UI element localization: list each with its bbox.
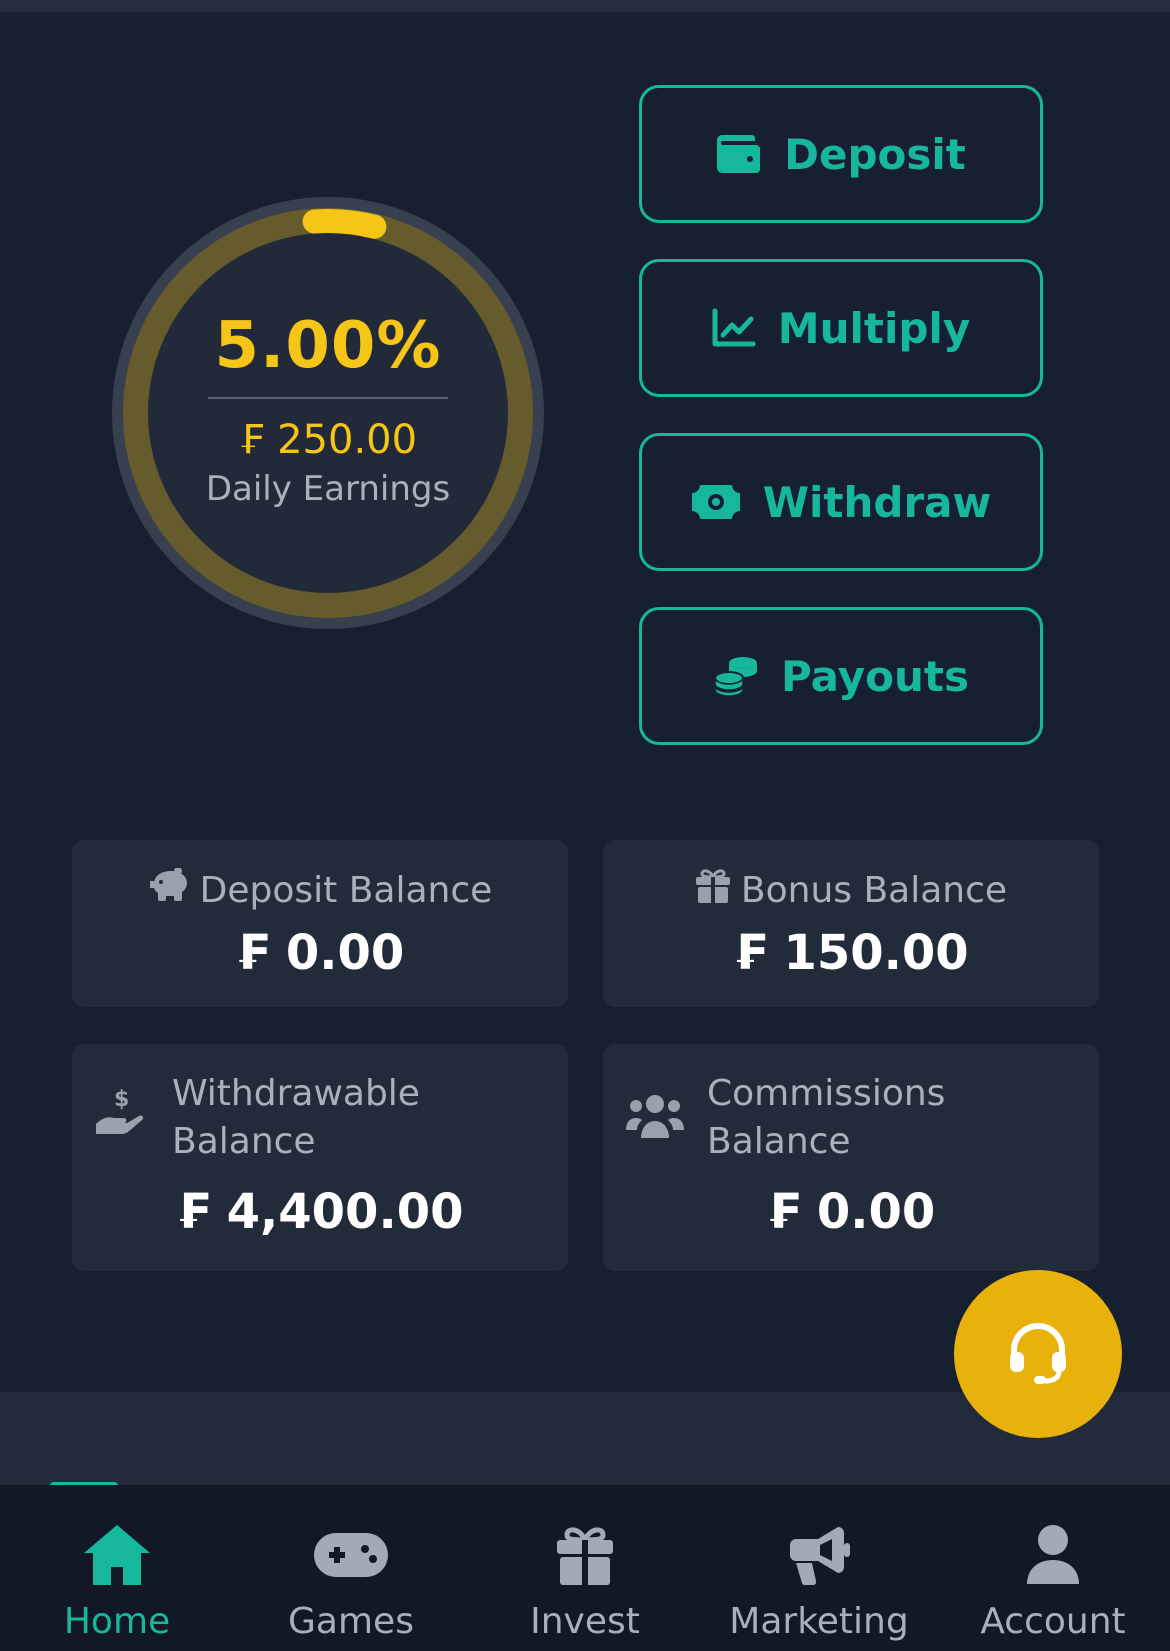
bonus-balance-label: Bonus Balance — [740, 870, 1008, 911]
withdrawable-balance-value: ₣ 4,400.00 — [176, 1184, 464, 1240]
nav-invest-label: Invest — [530, 1601, 640, 1642]
multiply-label: Multiply — [777, 303, 971, 353]
nav-games[interactable]: Games — [234, 1485, 468, 1642]
nav-marketing-label: Marketing — [729, 1601, 909, 1642]
deposit-balance-card: Deposit Balance ₣ 0.00 — [72, 840, 568, 1007]
home-icon — [82, 1519, 152, 1591]
earnings-label: Daily Earnings — [205, 469, 451, 509]
wallet-icon — [716, 133, 762, 175]
commissions-balance-value: ₣ 0.00 — [766, 1184, 936, 1240]
piggy-bank-icon — [148, 867, 190, 913]
home-screen: 5.00% ₣ 250.00 Daily Earnings Deposit Mu… — [0, 0, 1170, 1651]
bottom-navigation: Home Games Invest Marketing Account — [0, 1485, 1170, 1651]
gift-icon — [555, 1519, 615, 1591]
top-bar-edge — [0, 0, 1170, 12]
user-icon — [1025, 1519, 1081, 1591]
gift-icon — [695, 868, 731, 913]
bonus-balance-card: Bonus Balance ₣ 150.00 — [603, 840, 1099, 1007]
nav-marketing[interactable]: Marketing — [702, 1485, 936, 1642]
money-bill-icon — [691, 484, 741, 520]
withdrawable-balance-card: $ Withdrawable Balance ₣ 4,400.00 — [72, 1044, 568, 1271]
deposit-balance-label: Deposit Balance — [199, 870, 493, 911]
megaphone-icon — [788, 1519, 850, 1591]
earnings-amount: ₣ 250.00 — [238, 417, 418, 463]
commissions-balance-label: Commissions Balance — [707, 1073, 946, 1162]
nav-games-label: Games — [288, 1601, 414, 1642]
deposit-button[interactable]: Deposit — [639, 85, 1043, 223]
withdraw-label: Withdraw — [762, 477, 992, 527]
bonus-balance-value: ₣ 150.00 — [733, 925, 969, 981]
withdraw-button[interactable]: Withdraw — [639, 433, 1043, 571]
headset-icon — [1004, 1318, 1072, 1390]
commissions-balance-card: Commissions Balance ₣ 0.00 — [603, 1044, 1099, 1271]
earnings-percent: 5.00% — [214, 309, 442, 383]
daily-earnings-ring: 5.00% ₣ 250.00 Daily Earnings — [112, 197, 544, 629]
multiply-button[interactable]: Multiply — [639, 259, 1043, 397]
withdrawable-balance-label: Withdrawable Balance — [172, 1073, 420, 1162]
support-button[interactable] — [954, 1270, 1122, 1438]
gamepad-icon — [313, 1519, 389, 1591]
nav-home-label: Home — [63, 1601, 171, 1642]
ring-divider — [208, 397, 448, 399]
nav-home[interactable]: Home — [0, 1485, 234, 1642]
payouts-label: Payouts — [781, 651, 969, 701]
payouts-button[interactable]: Payouts — [639, 607, 1043, 745]
deposit-balance-value: ₣ 0.00 — [235, 925, 405, 981]
deposit-label: Deposit — [784, 129, 966, 179]
nav-account[interactable]: Account — [936, 1485, 1170, 1642]
nav-invest[interactable]: Invest — [468, 1485, 702, 1642]
hand-dollar-icon: $ — [94, 1086, 150, 1142]
coins-icon — [713, 654, 759, 698]
svg-text:$: $ — [114, 1087, 129, 1112]
users-icon — [625, 1092, 685, 1144]
nav-account-label: Account — [980, 1601, 1126, 1642]
chart-line-icon — [712, 308, 756, 348]
